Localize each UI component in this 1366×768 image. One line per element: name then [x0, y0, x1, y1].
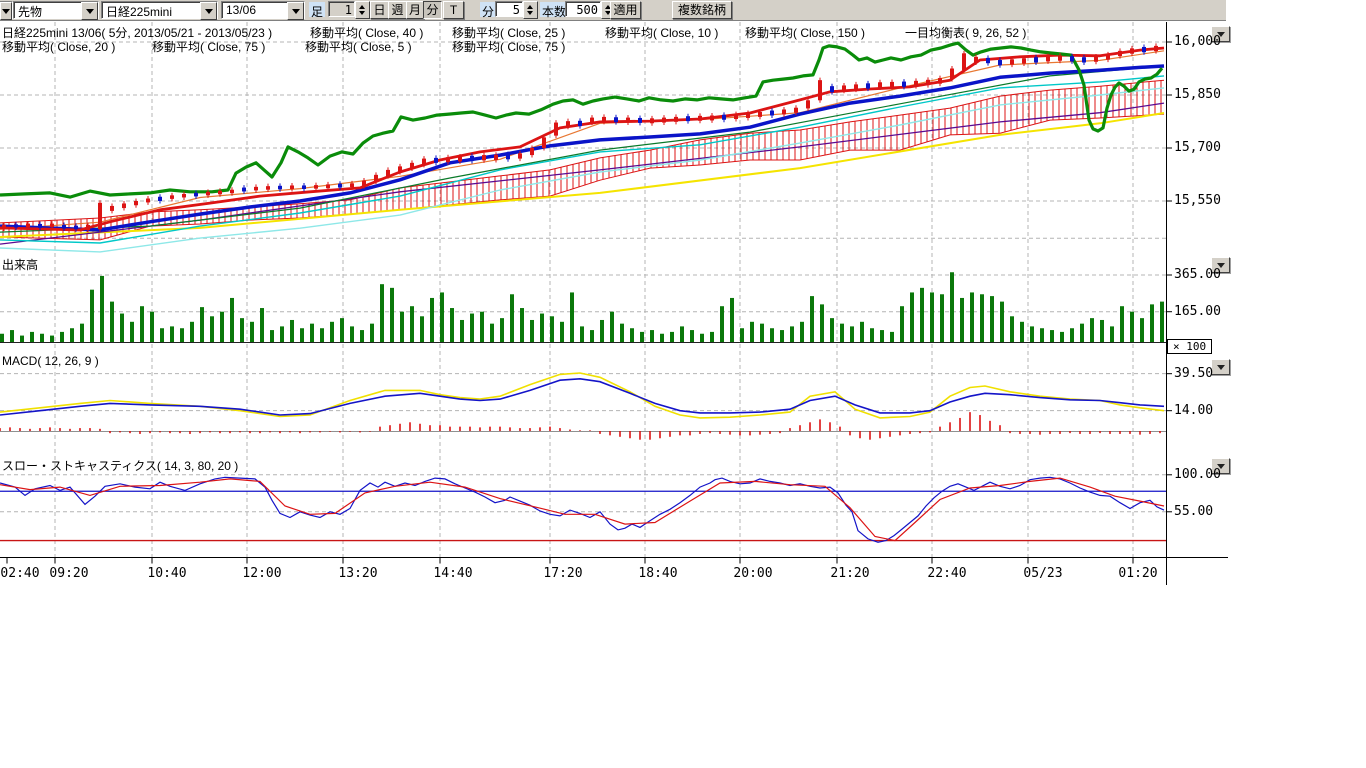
ma-10-orange-line	[0, 51, 1164, 230]
macd-panel	[0, 373, 1166, 440]
chart-canvas	[0, 0, 1366, 768]
stoch-axis-dropdown-button[interactable]	[1211, 458, 1230, 474]
volume-axis-dropdown-button[interactable]	[1211, 257, 1230, 273]
macd-axis-dropdown-button[interactable]	[1211, 359, 1230, 375]
stochastics-panel	[0, 477, 1166, 542]
chart-application-window: 先物 日経225mini 13/06 足 1 日 週 月 分 T 分 5 本数 …	[0, 0, 1366, 768]
ma-5-red-line	[0, 48, 1164, 230]
volume-bars	[0, 272, 1164, 342]
price-axis-dropdown-button[interactable]	[1211, 26, 1230, 42]
plot-area	[0, 22, 1166, 558]
